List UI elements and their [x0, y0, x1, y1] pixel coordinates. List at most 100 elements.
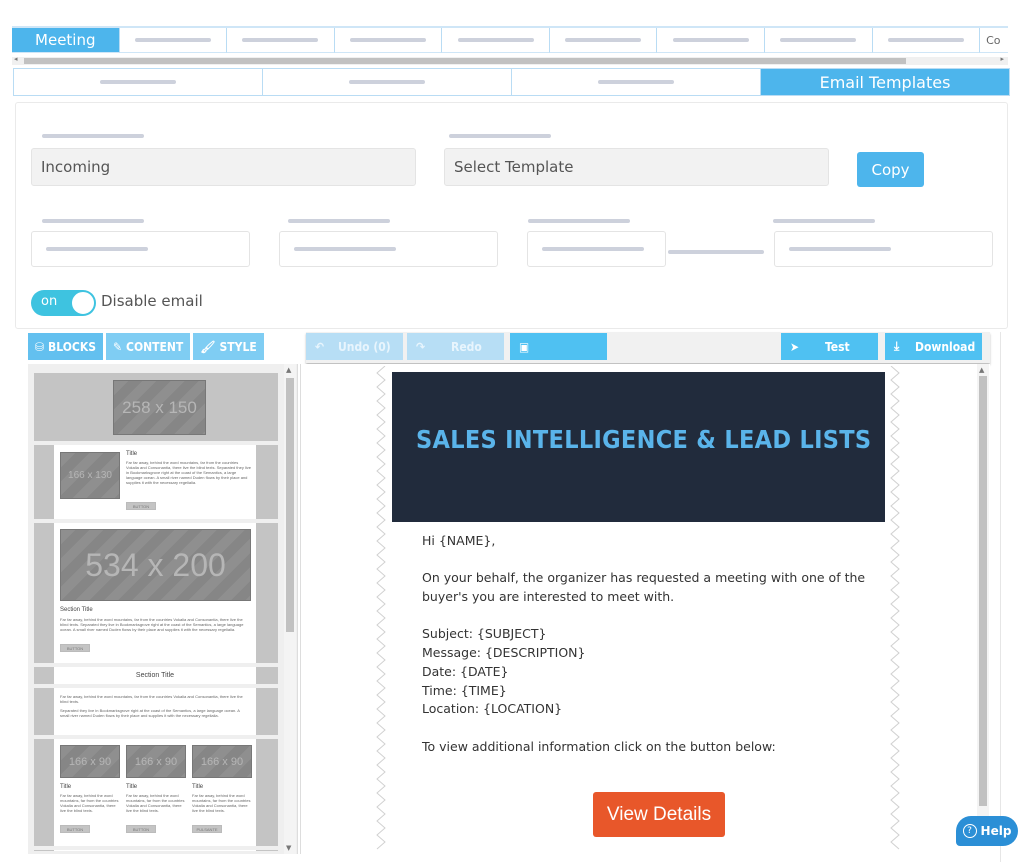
- select-value: Incoming: [41, 158, 111, 176]
- tab-label: STYLE: [219, 339, 257, 354]
- button-label: Download: [915, 339, 976, 354]
- block-section-title[interactable]: Section Title: [34, 667, 278, 684]
- tab-meeting[interactable]: Meeting: [12, 28, 120, 53]
- block-text-paragraph: Separated they live in Bookmarksgrove ri…: [60, 708, 240, 718]
- toggle-label: Disable email: [101, 292, 203, 310]
- field-label: [288, 210, 390, 224]
- image-placeholder: 166 x 90: [192, 745, 252, 778]
- image-placeholder: 166 x 130: [60, 452, 120, 499]
- redacted-input[interactable]: [527, 231, 666, 267]
- block-hero[interactable]: 534 x 200 Section Title Far far away, be…: [34, 523, 278, 663]
- scroll-up-arrow-icon[interactable]: ▲: [979, 366, 984, 374]
- redacted-input[interactable]: [774, 231, 993, 267]
- blocks-list: 258 x 150 166 x 130 Title Far far away, …: [34, 373, 278, 851]
- block-image-full[interactable]: 258 x 150: [34, 373, 278, 441]
- tab-redacted[interactable]: [334, 28, 443, 53]
- block-partial[interactable]: [34, 850, 278, 851]
- redacted-text: [349, 80, 425, 84]
- scrollbar-thumb[interactable]: [286, 378, 294, 632]
- image-placeholder: 166 x 90: [126, 745, 186, 778]
- tab-redacted[interactable]: [764, 28, 873, 53]
- subtab-email-templates[interactable]: Email Templates: [761, 69, 1009, 95]
- email-banner[interactable]: SALES INTELLIGENCE & LEAD LISTS: [392, 372, 885, 522]
- block-text: Far far away, behind the word mountains,…: [126, 793, 185, 813]
- tab-content[interactable]: ✎ CONTENT: [105, 333, 191, 360]
- disable-email-toggle[interactable]: on: [31, 290, 96, 316]
- scroll-left-arrow-icon[interactable]: ◂: [14, 55, 18, 63]
- email-editor: ⛁ BLOCKS ✎ CONTENT 🖌︎ STYLE 258 x 150 16…: [24, 332, 990, 856]
- block-title: Title: [60, 784, 72, 790]
- block-button: BUTTON: [60, 825, 90, 833]
- block-title: Title: [126, 784, 138, 790]
- block-three-columns[interactable]: 166 x 90 166 x 90 166 x 90 Title Title T…: [34, 739, 278, 846]
- block-button: BUTTON: [60, 644, 90, 652]
- block-image-text[interactable]: 166 x 130 Title Far far away, behind the…: [34, 445, 278, 519]
- banner-title: SALES INTELLIGENCE & LEAD LISTS: [416, 425, 872, 454]
- block-content: Section Title: [54, 667, 256, 684]
- scroll-up-arrow-icon[interactable]: ▲: [286, 366, 291, 374]
- subtab-redacted[interactable]: [512, 69, 761, 95]
- copy-button[interactable]: Copy: [857, 152, 924, 187]
- image-icon: ▣: [519, 339, 530, 354]
- help-button[interactable]: ? Help: [956, 816, 1018, 846]
- redo-button[interactable]: ↷ Redo: [407, 333, 504, 360]
- tab-label: CONTENT: [126, 339, 184, 354]
- block-text: Far far away, behind the word mountains,…: [192, 793, 251, 813]
- block-text[interactable]: Far far away, behind the word mountains,…: [34, 688, 278, 735]
- view-details-button[interactable]: View Details: [593, 792, 725, 837]
- block-content: [54, 850, 256, 851]
- scroll-right-arrow-icon[interactable]: ▸: [1000, 55, 1004, 63]
- block-text: Far far away, behind the word mountains,…: [126, 460, 251, 485]
- redacted-text: [789, 247, 891, 251]
- subtab-redacted[interactable]: [263, 69, 512, 95]
- template-type-select[interactable]: Incoming: [31, 148, 416, 186]
- toggle-knob: [71, 291, 95, 315]
- question-circle-icon: ?: [962, 824, 977, 838]
- block-button: BUTTON: [126, 825, 156, 833]
- redacted-text: [773, 218, 875, 223]
- scroll-down-arrow-icon[interactable]: ▼: [286, 844, 291, 852]
- image-gallery-button[interactable]: ▣: [510, 333, 607, 360]
- zigzag-edge-right: [890, 366, 900, 850]
- subtab-redacted[interactable]: [14, 69, 263, 95]
- scrollbar-thumb[interactable]: [979, 376, 987, 806]
- tab-label: Meeting: [35, 31, 96, 49]
- tab-redacted[interactable]: [119, 28, 228, 53]
- redacted-text: [528, 218, 630, 223]
- undo-button[interactable]: ↶ Undo (0): [306, 333, 403, 360]
- tab-style[interactable]: 🖌︎ STYLE: [193, 333, 264, 360]
- blocks-scrollbar[interactable]: ▲ ▼: [284, 364, 296, 854]
- redacted-text: [887, 38, 964, 42]
- test-button[interactable]: ➤ Test: [781, 333, 878, 360]
- button-label: Undo (0): [338, 339, 391, 354]
- editor-sidebar-tabs: ⛁ BLOCKS ✎ CONTENT 🖌︎ STYLE: [28, 333, 264, 360]
- canvas-scrollbar[interactable]: ▲: [977, 364, 989, 844]
- field-label: [449, 125, 551, 139]
- select-template-dropdown[interactable]: Select Template: [444, 148, 829, 186]
- scrollbar-thumb[interactable]: [24, 58, 906, 64]
- button-label: Test: [825, 339, 850, 354]
- tab-blocks[interactable]: ⛁ BLOCKS: [28, 333, 103, 360]
- tab-redacted[interactable]: [227, 28, 335, 53]
- button-label: Redo: [451, 339, 482, 354]
- download-icon: ⤓: [894, 339, 900, 353]
- redo-icon: ↷: [416, 339, 426, 354]
- tab-redacted[interactable]: [657, 28, 765, 53]
- toggle-state-label: on: [41, 294, 58, 309]
- tab-redacted[interactable]: [549, 28, 658, 53]
- download-button[interactable]: ⤓ Download: [885, 333, 982, 360]
- editor-toolbar: ↶ Undo (0) ↷ Redo ▣ ➤ Test ⤓ Download: [306, 332, 990, 363]
- blocks-icon: ⛁: [35, 339, 45, 354]
- block-button: PULSANTE: [192, 825, 222, 833]
- email-body[interactable]: Hi {NAME}, On your behalf, the organizer…: [422, 532, 882, 756]
- tabs-horizontal-scrollbar[interactable]: ◂ ▸: [12, 55, 1008, 65]
- block-content: Far far away, behind the word mountains,…: [54, 688, 256, 735]
- tab-truncated[interactable]: Co: [980, 28, 1008, 53]
- tab-redacted[interactable]: [442, 28, 550, 53]
- field-label: [773, 210, 875, 224]
- tab-redacted[interactable]: [872, 28, 981, 53]
- redacted-input[interactable]: [31, 231, 250, 267]
- date-line: Date: {DATE}: [422, 663, 509, 679]
- block-text: Far far away, behind the word mountains,…: [60, 617, 244, 632]
- redacted-input[interactable]: [279, 231, 498, 267]
